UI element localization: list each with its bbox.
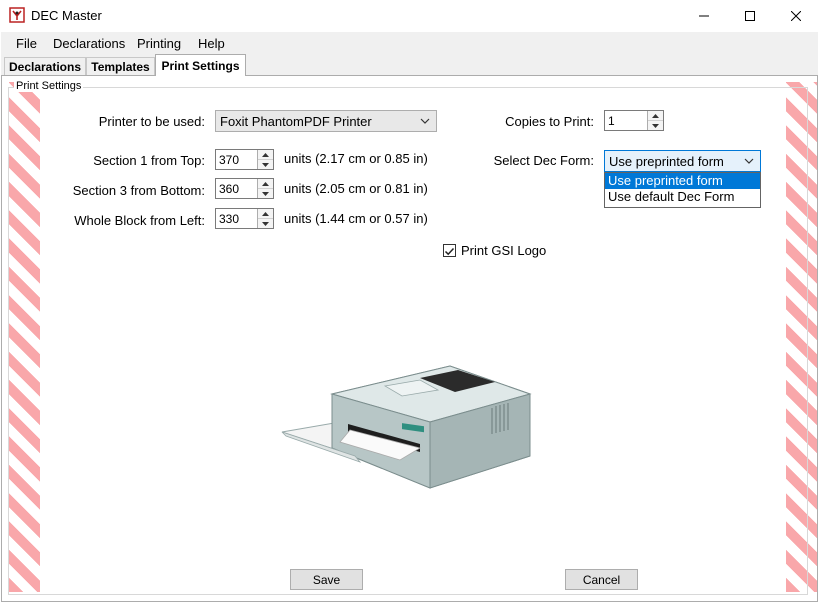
spin-down-icon[interactable] — [258, 189, 273, 198]
dropdown-option-preprinted[interactable]: Use preprinted form — [605, 173, 760, 189]
chevron-down-icon — [420, 118, 430, 124]
checkmark-icon — [444, 247, 455, 256]
whole-block-label: Whole Block from Left: — [74, 213, 205, 228]
section1-units: units (2.17 cm or 0.85 in) — [284, 151, 428, 166]
copies-value: 1 — [608, 113, 615, 128]
title-bar: DEC Master — [0, 0, 819, 31]
tab-declarations[interactable]: Declarations — [4, 57, 86, 75]
maximize-button[interactable] — [727, 0, 773, 31]
printer-value: Foxit PhantomPDF Printer — [220, 113, 372, 129]
tab-templates[interactable]: Templates — [86, 57, 155, 75]
printer-illustration — [281, 365, 532, 489]
close-button[interactable] — [773, 0, 819, 31]
copies-label: Copies to Print: — [505, 114, 594, 129]
print-logo-label: Print GSI Logo — [461, 243, 547, 258]
chevron-down-icon — [744, 158, 754, 164]
group-label: Print Settings — [14, 80, 84, 92]
whole-block-units: units (1.44 cm or 0.57 in) — [284, 211, 428, 226]
printer-select[interactable]: Foxit PhantomPDF Printer — [215, 110, 437, 132]
dec-form-value: Use preprinted form — [609, 153, 724, 169]
whole-block-value: 330 — [219, 211, 240, 226]
tab-print-settings[interactable]: Print Settings — [155, 54, 246, 76]
section1-stepper[interactable]: 370 — [215, 149, 274, 170]
menu-printing[interactable]: Printing — [137, 36, 181, 51]
section3-value: 360 — [219, 181, 240, 196]
dec-form-dropdown-list: Use preprinted form Use default Dec Form — [604, 172, 761, 208]
menu-declarations[interactable]: Declarations — [53, 36, 125, 51]
section3-label: Section 3 from Bottom: — [72, 183, 205, 198]
spin-up-icon[interactable] — [258, 209, 273, 219]
menu-help[interactable]: Help — [198, 36, 225, 51]
spin-down-icon[interactable] — [258, 160, 273, 169]
section3-stepper[interactable]: 360 — [215, 178, 274, 199]
copies-stepper[interactable]: 1 — [604, 110, 664, 131]
spin-up-icon[interactable] — [258, 179, 273, 189]
menu-file[interactable]: File — [16, 36, 37, 51]
maximize-icon — [745, 10, 755, 21]
dec-master-app-icon — [9, 7, 25, 23]
dropdown-option-default[interactable]: Use default Dec Form — [605, 189, 760, 205]
section3-units: units (2.05 cm or 0.81 in) — [284, 181, 428, 196]
spin-up-icon[interactable] — [648, 111, 663, 121]
printer-label: Printer to be used: — [98, 114, 205, 129]
save-button[interactable]: Save — [290, 569, 363, 590]
spin-down-icon[interactable] — [648, 121, 663, 130]
cancel-button[interactable]: Cancel — [565, 569, 638, 590]
minimize-button[interactable] — [681, 0, 727, 31]
dec-form-select[interactable]: Use preprinted form — [604, 150, 761, 172]
close-icon — [791, 10, 801, 21]
spin-down-icon[interactable] — [258, 219, 273, 228]
print-logo-checkbox[interactable] — [443, 244, 456, 257]
section1-value: 370 — [219, 152, 240, 167]
window-title: DEC Master — [31, 8, 102, 23]
dec-form-label: Select Dec Form: — [493, 153, 594, 168]
spin-up-icon[interactable] — [258, 150, 273, 160]
whole-block-stepper[interactable]: 330 — [215, 208, 274, 229]
section1-label: Section 1 from Top: — [93, 153, 205, 168]
minimize-icon — [699, 15, 709, 16]
